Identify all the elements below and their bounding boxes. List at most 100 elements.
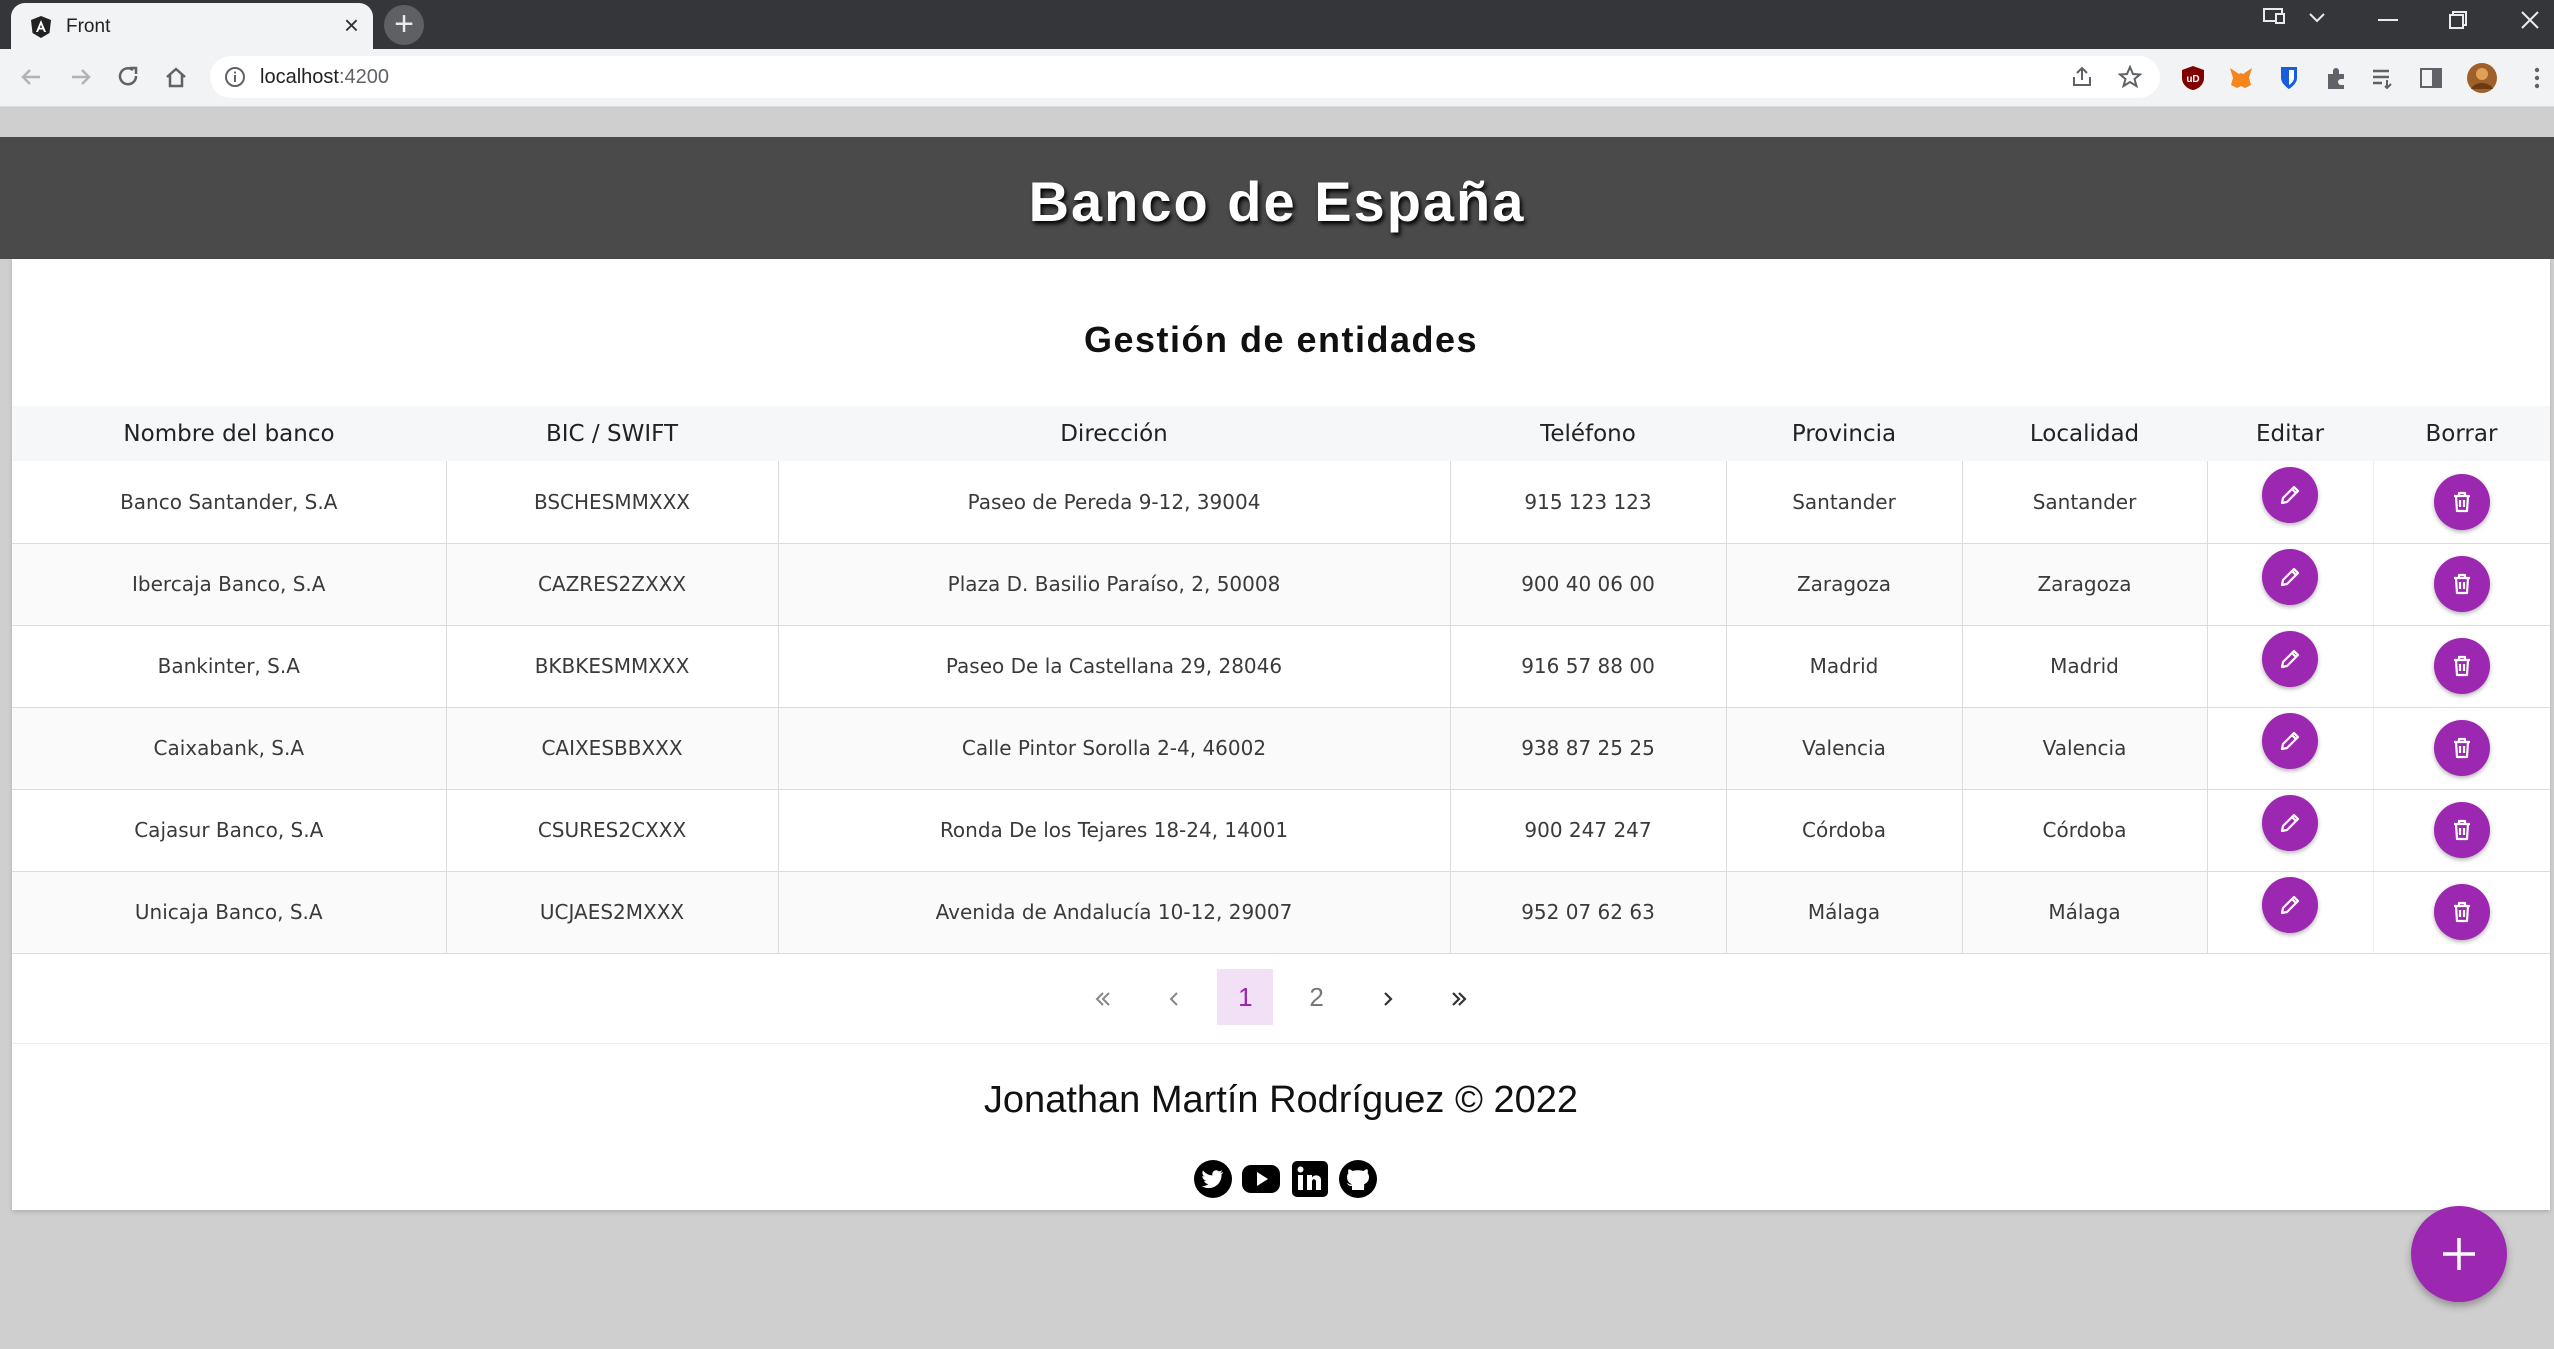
bank-name-cell: Bankinter, S.A — [12, 625, 447, 708]
extensions-icon[interactable] — [2324, 65, 2350, 91]
column-header: Localidad — [1962, 406, 2207, 461]
column-header: Editar — [2207, 406, 2373, 461]
browser-tab[interactable]: Front × — [11, 3, 373, 49]
delete-cell — [2372, 707, 2550, 790]
twitter-icon[interactable] — [1193, 1159, 1233, 1199]
column-header: Nombre del banco — [12, 406, 446, 461]
close-window-icon[interactable] — [2520, 10, 2540, 30]
locality-cell: Santander — [1962, 461, 2208, 544]
url-port: :4200 — [338, 66, 389, 88]
address-cell: Plaza D. Basilio Paraíso, 2, 50008 — [778, 543, 1451, 626]
phone-cell: 916 57 88 00 — [1450, 625, 1727, 708]
pencil-icon — [2280, 731, 2300, 751]
reading-list-icon[interactable] — [2370, 65, 2396, 91]
chevron-right-icon — [1384, 992, 1393, 1006]
ublock-icon[interactable]: uD — [2180, 65, 2206, 91]
youtube-icon[interactable] — [1241, 1159, 1281, 1199]
edit-cell — [2207, 707, 2373, 790]
profile-avatar[interactable] — [2466, 62, 2498, 94]
edit-cell — [2207, 543, 2373, 626]
metamask-icon[interactable] — [2228, 65, 2254, 91]
new-tab-button[interactable]: + — [384, 5, 424, 45]
address-cell: Calle Pintor Sorolla 2-4, 46002 — [778, 707, 1451, 790]
phone-cell: 915 123 123 — [1450, 461, 1727, 544]
double-chevron-left-icon — [1095, 992, 1110, 1006]
last-page-button[interactable] — [1431, 969, 1487, 1025]
delete-button[interactable] — [2433, 802, 2490, 858]
reload-icon[interactable] — [110, 59, 146, 95]
phone-cell: 900 247 247 — [1450, 789, 1727, 872]
edit-button[interactable] — [2262, 877, 2318, 933]
next-page-button[interactable] — [1360, 969, 1416, 1025]
delete-button[interactable] — [2433, 473, 2490, 530]
divider — [12, 1043, 2550, 1044]
address-cell: Paseo de Pereda 9-12, 39004 — [778, 461, 1451, 544]
table-row: Ibercaja Banco, S.A CAZRES2ZXXX Plaza D. B… — [12, 543, 2550, 626]
province-cell: Córdoba — [1726, 789, 1963, 872]
delete-button[interactable] — [2433, 884, 2490, 940]
column-header: Provincia — [1726, 406, 1962, 461]
bic-cell: UCJAES2MXXX — [446, 871, 779, 954]
pencil-icon — [2280, 567, 2300, 587]
github-icon[interactable] — [1338, 1159, 1378, 1199]
locality-cell: Málaga — [1962, 871, 2208, 954]
edit-cell — [2207, 871, 2373, 954]
locality-cell: Valencia — [1962, 707, 2208, 790]
table-header-row: Nombre del banco BIC / SWIFT Dirección T… — [12, 406, 2550, 461]
table-row: Unicaja Banco, S.A UCJAES2MXXX Avenida de … — [12, 871, 2550, 954]
edit-cell — [2207, 789, 2373, 872]
delete-button[interactable] — [2433, 638, 2490, 694]
more-options-icon[interactable] — [2524, 65, 2550, 91]
add-bank-button[interactable] — [2411, 1206, 2507, 1302]
minimize-icon[interactable] — [2378, 18, 2398, 22]
forward-icon[interactable] — [62, 59, 98, 95]
browser-tabstrip: Front × + — [0, 0, 2554, 49]
address-bar[interactable]: localhost:4200 — [210, 56, 2160, 98]
column-header: BIC / SWIFT — [446, 406, 778, 461]
info-icon[interactable] — [224, 66, 246, 88]
page-button-1[interactable]: 1 — [1217, 969, 1274, 1025]
plus-icon — [2443, 1238, 2475, 1270]
url-host: localhost — [260, 66, 339, 88]
edit-cell — [2207, 461, 2373, 544]
delete-button[interactable] — [2433, 556, 2490, 612]
home-icon[interactable] — [158, 59, 194, 95]
restore-icon[interactable] — [2448, 10, 2468, 30]
app-header: Banco de España — [0, 137, 2554, 259]
linkedin-icon[interactable] — [1290, 1159, 1330, 1199]
previous-page-button[interactable] — [1146, 969, 1202, 1025]
star-icon[interactable] — [2118, 65, 2142, 89]
share-icon[interactable] — [2070, 65, 2094, 89]
phone-cell: 938 87 25 25 — [1450, 707, 1727, 790]
locality-cell: Madrid — [1962, 625, 2208, 708]
bank-name-cell: Banco Santander, S.A — [12, 461, 447, 544]
bank-name-cell: Caixabank, S.A — [12, 707, 447, 790]
back-icon[interactable] — [14, 59, 50, 95]
bitwarden-icon[interactable] — [2276, 65, 2302, 91]
edit-button[interactable] — [2262, 549, 2318, 605]
tab-search-icon[interactable] — [2262, 6, 2286, 26]
side-panel-icon[interactable] — [2418, 65, 2444, 91]
column-header: Teléfono — [1450, 406, 1726, 461]
delete-cell — [2372, 461, 2550, 544]
delete-cell — [2372, 789, 2550, 872]
chevron-down-icon[interactable] — [2308, 12, 2326, 24]
locality-cell: Córdoba — [1962, 789, 2208, 872]
tab-title: Front — [66, 16, 111, 37]
trash-icon — [2453, 655, 2470, 677]
bic-cell: CSURES2CXXX — [446, 789, 779, 872]
bank-name-cell: Cajasur Banco, S.A — [12, 789, 447, 872]
column-header: Borrar — [2373, 406, 2550, 461]
edit-button[interactable] — [2262, 631, 2318, 687]
tab-close-icon[interactable]: × — [344, 11, 359, 39]
province-cell: Santander — [1726, 461, 1963, 544]
chevron-left-icon — [1169, 992, 1178, 1006]
page-button-2[interactable]: 2 — [1289, 969, 1345, 1025]
table-row: Bankinter, S.A BKBKESMMXXX Paseo De la Cas… — [12, 625, 2550, 708]
edit-button[interactable] — [2262, 795, 2318, 851]
edit-button[interactable] — [2262, 466, 2318, 523]
delete-button[interactable] — [2433, 720, 2490, 776]
edit-button[interactable] — [2262, 713, 2318, 769]
first-page-button[interactable] — [1075, 969, 1131, 1025]
column-header: Dirección — [778, 406, 1450, 461]
